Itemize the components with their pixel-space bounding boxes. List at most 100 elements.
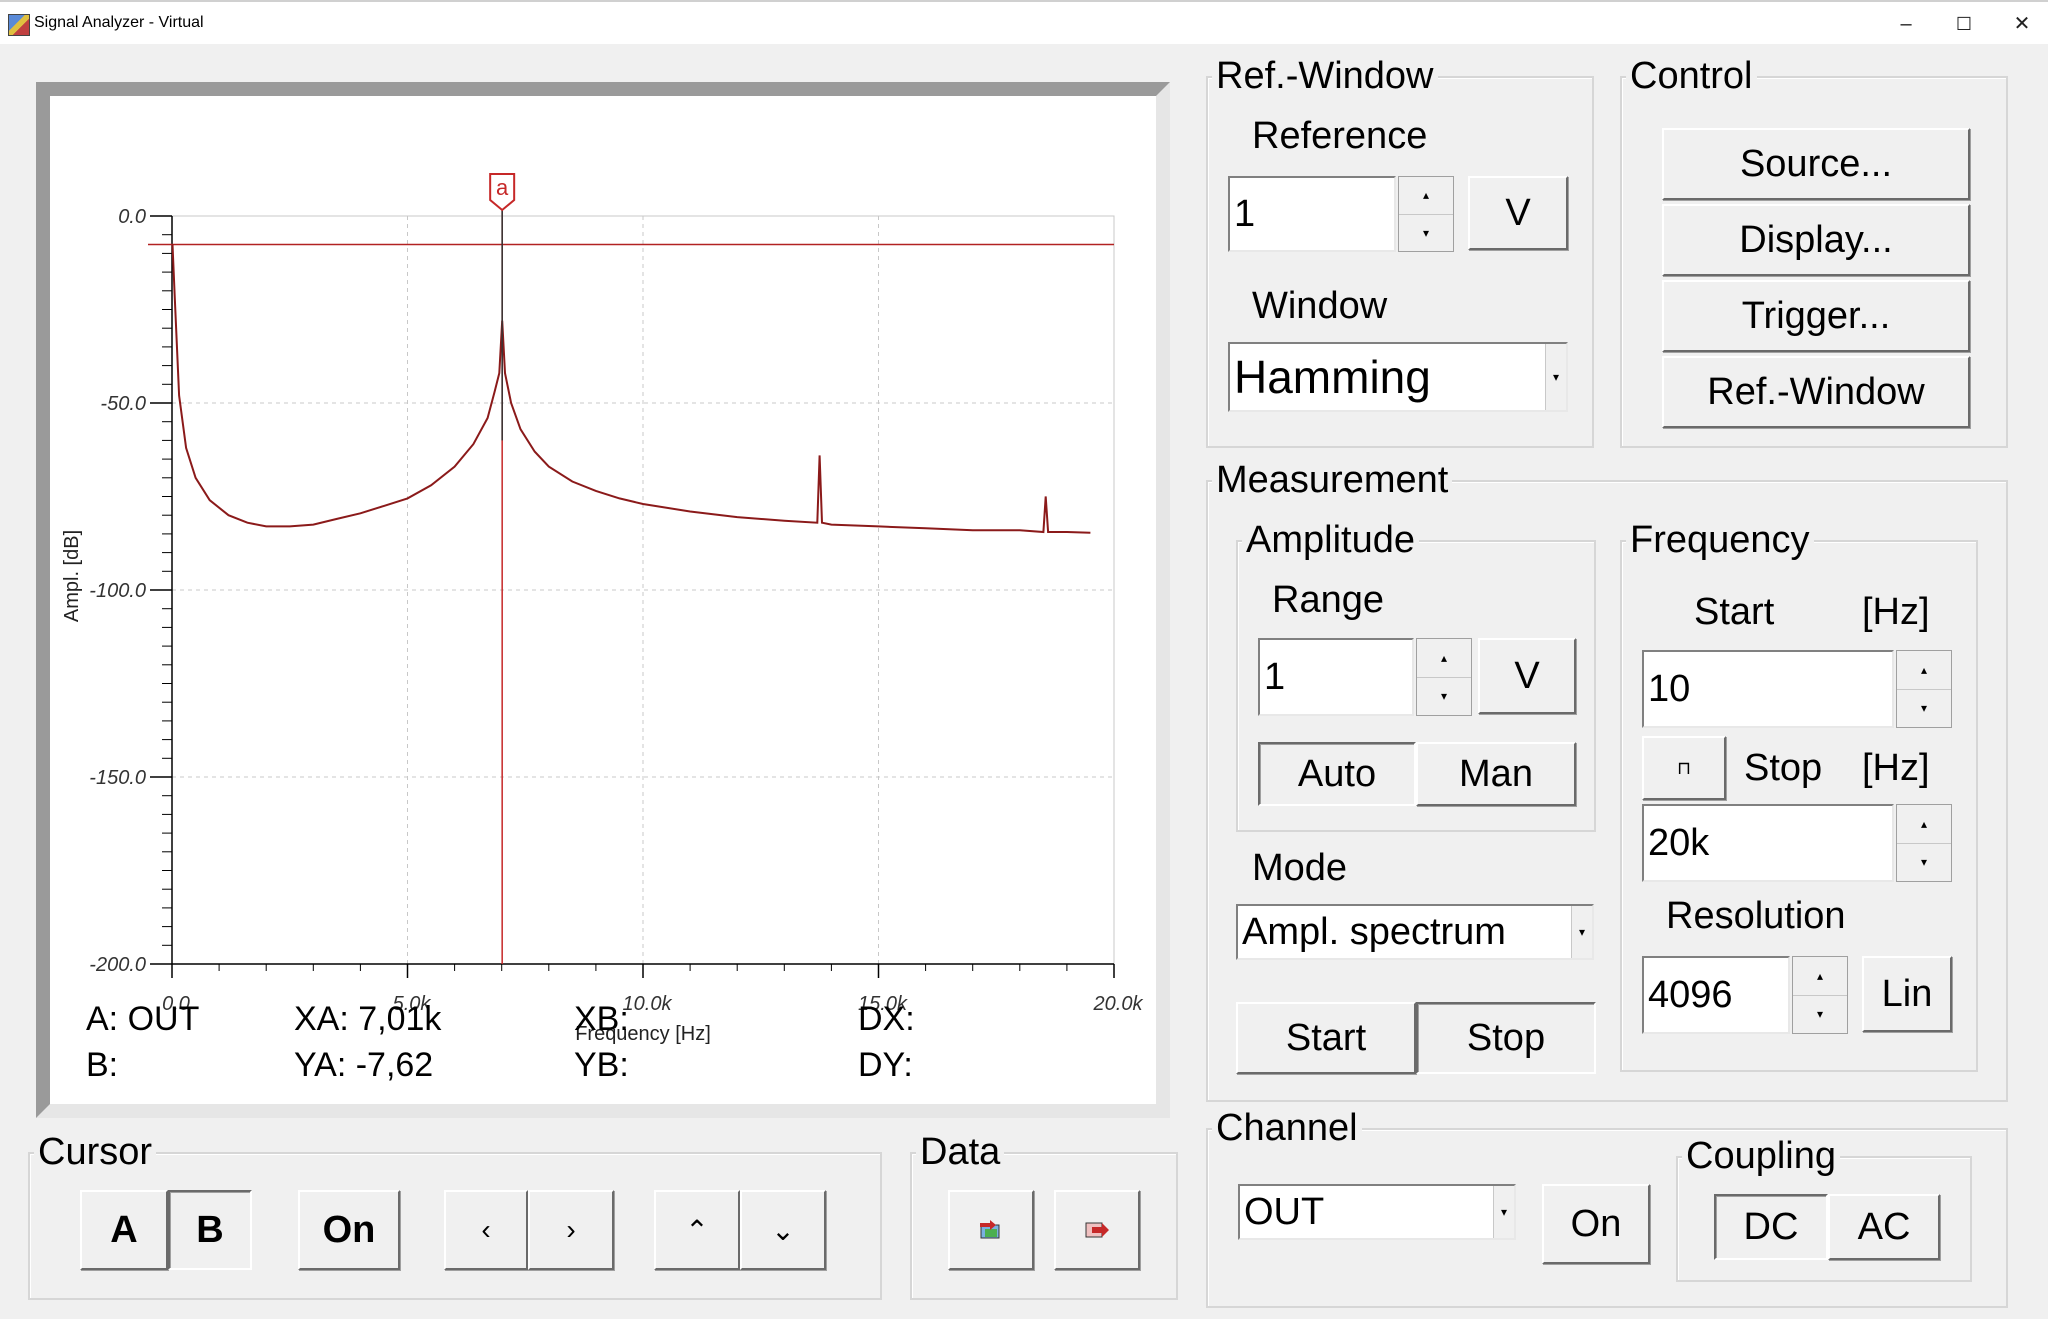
data-group-title: Data bbox=[916, 1130, 1005, 1174]
readout-xb: XB: bbox=[574, 1000, 629, 1038]
cursor-on-button[interactable]: On bbox=[298, 1190, 400, 1270]
source-button[interactable]: Source... bbox=[1662, 128, 1970, 200]
ref-window-button[interactable]: Ref.-Window bbox=[1662, 356, 1970, 428]
spin-up-icon[interactable]: ▴ bbox=[1417, 639, 1471, 678]
cursor-group-title: Cursor bbox=[34, 1130, 157, 1174]
coupling-dc-button[interactable]: DC bbox=[1714, 1194, 1828, 1260]
y-tick-label: 0.0 bbox=[118, 206, 146, 228]
ref-window-group-title: Ref.-Window bbox=[1212, 54, 1438, 98]
resolution-lin-button[interactable]: Lin bbox=[1862, 956, 1952, 1032]
reference-spinner[interactable]: ▴ ▾ bbox=[1398, 176, 1454, 252]
readout-ya: YA: -7,62 bbox=[294, 1046, 434, 1084]
import-icon bbox=[980, 1220, 1000, 1239]
freq-stop-spinner[interactable]: ▴ ▾ bbox=[1896, 804, 1952, 882]
arrow-up-icon: ⌃ bbox=[685, 1214, 709, 1246]
chevron-down-icon[interactable]: ▾ bbox=[1571, 906, 1592, 958]
freq-link-button[interactable]: ⊓ bbox=[1642, 736, 1726, 800]
window-select-value: Hamming bbox=[1234, 351, 1431, 403]
control-group-title: Control bbox=[1626, 54, 1757, 98]
arrow-right-icon: › bbox=[566, 1214, 576, 1245]
freq-start-unit: [Hz] bbox=[1862, 591, 1930, 633]
arrow-left-icon: ‹ bbox=[481, 1214, 491, 1245]
spin-down-icon[interactable]: ▾ bbox=[1897, 690, 1951, 728]
channel-group-title: Channel bbox=[1212, 1106, 1362, 1150]
frequency-group-title: Frequency bbox=[1626, 518, 1814, 562]
resolution-label: Resolution bbox=[1666, 895, 1846, 937]
cursor-right-button[interactable]: › bbox=[528, 1190, 614, 1270]
chevron-down-icon[interactable]: ▾ bbox=[1493, 1186, 1514, 1238]
trigger-button[interactable]: Trigger... bbox=[1662, 280, 1970, 352]
mode-select-value: Ampl. spectrum bbox=[1242, 911, 1506, 953]
display-button[interactable]: Display... bbox=[1662, 204, 1970, 276]
y-tick-label: -150.0 bbox=[89, 767, 146, 789]
channel-select-value: OUT bbox=[1244, 1191, 1325, 1233]
x-tick-label: 20.0k bbox=[1093, 993, 1144, 1015]
cursor-up-button[interactable]: ⌃ bbox=[654, 1190, 740, 1270]
reference-label: Reference bbox=[1252, 115, 1428, 157]
coupling-group-title: Coupling bbox=[1682, 1134, 1840, 1178]
readout-dy: DY: bbox=[858, 1046, 913, 1084]
channel-select[interactable]: OUT ▾ bbox=[1238, 1184, 1516, 1240]
title-bar: Signal Analyzer - Virtual – ☐ ✕ bbox=[0, 0, 2048, 44]
maximize-button[interactable]: ☐ bbox=[1936, 6, 1992, 42]
spin-up-icon[interactable]: ▴ bbox=[1897, 805, 1951, 844]
resolution-input[interactable]: 4096 bbox=[1642, 956, 1790, 1034]
range-auto-button[interactable]: Auto bbox=[1258, 742, 1416, 806]
y-tick-label: -50.0 bbox=[100, 393, 146, 415]
spin-up-icon[interactable]: ▴ bbox=[1793, 957, 1847, 996]
readout-b-label: B: bbox=[86, 1046, 119, 1084]
readout-a-label: A: OUT bbox=[86, 1000, 200, 1038]
spectrum-trace bbox=[171, 244, 1091, 534]
window-select[interactable]: Hamming ▾ bbox=[1228, 342, 1568, 412]
spectrum-chart[interactable]: 0.0 5.0k 10.0k 15.0k 20.0k0.0-50.0-100.0-150… bbox=[50, 96, 1156, 1104]
range-spinner[interactable]: ▴ ▾ bbox=[1416, 638, 1472, 716]
reference-input[interactable]: 1 bbox=[1228, 176, 1396, 252]
freq-stop-label: Stop bbox=[1744, 747, 1823, 789]
x-tick-label: 10.0k bbox=[623, 993, 673, 1015]
range-man-button[interactable]: Man bbox=[1416, 742, 1576, 806]
spin-down-icon[interactable]: ▾ bbox=[1417, 678, 1471, 716]
close-button[interactable]: ✕ bbox=[1994, 6, 2048, 42]
range-unit-button[interactable]: V bbox=[1478, 638, 1576, 714]
window-label: Window bbox=[1252, 285, 1388, 327]
cursor-a-button[interactable]: A bbox=[80, 1190, 168, 1270]
spin-down-icon[interactable]: ▾ bbox=[1793, 996, 1847, 1034]
range-input[interactable]: 1 bbox=[1258, 638, 1414, 716]
range-label: Range bbox=[1272, 579, 1384, 621]
freq-start-label: Start bbox=[1694, 591, 1775, 633]
export-icon bbox=[1085, 1222, 1109, 1238]
readout-yb: YB: bbox=[574, 1046, 629, 1084]
reference-unit-button[interactable]: V bbox=[1468, 176, 1568, 250]
coupling-ac-button[interactable]: AC bbox=[1828, 1194, 1940, 1260]
chevron-down-icon[interactable]: ▾ bbox=[1545, 344, 1566, 410]
freq-stop-input[interactable]: 20k bbox=[1642, 804, 1894, 882]
spin-up-icon[interactable]: ▴ bbox=[1399, 177, 1453, 215]
y-axis-label: Ampl. [dB] bbox=[61, 530, 83, 622]
y-tick-label: -200.0 bbox=[89, 954, 146, 976]
y-tick-label: -100.0 bbox=[89, 580, 146, 602]
measurement-group-title: Measurement bbox=[1212, 458, 1453, 502]
channel-on-button[interactable]: On bbox=[1542, 1184, 1650, 1264]
mode-select[interactable]: Ampl. spectrum ▾ bbox=[1236, 904, 1594, 960]
resolution-spinner[interactable]: ▴ ▾ bbox=[1792, 956, 1848, 1034]
cursor-left-button[interactable]: ‹ bbox=[444, 1190, 528, 1270]
data-import-button[interactable] bbox=[948, 1190, 1034, 1270]
freq-start-input[interactable]: 10 bbox=[1642, 650, 1894, 728]
spin-up-icon[interactable]: ▴ bbox=[1897, 651, 1951, 690]
spin-down-icon[interactable]: ▾ bbox=[1897, 844, 1951, 882]
app-icon bbox=[8, 14, 30, 36]
freq-stop-unit: [Hz] bbox=[1862, 747, 1930, 789]
spectrum-display: 0.0 5.0k 10.0k 15.0k 20.0k 0.0 -50.0 -100.0 -150… bbox=[36, 82, 1170, 1118]
cursor-b-button[interactable]: B bbox=[168, 1190, 252, 1270]
measurement-start-button[interactable]: Start bbox=[1236, 1002, 1416, 1074]
mode-label: Mode bbox=[1252, 847, 1348, 889]
minimize-button[interactable]: – bbox=[1878, 6, 1934, 42]
cursor-a-marker-label: a bbox=[496, 175, 509, 200]
freq-start-spinner[interactable]: ▴ ▾ bbox=[1896, 650, 1952, 728]
data-export-button[interactable] bbox=[1054, 1190, 1140, 1270]
cursor-down-button[interactable]: ⌄ bbox=[740, 1190, 826, 1270]
spin-down-icon[interactable]: ▾ bbox=[1399, 215, 1453, 252]
window-title: Signal Analyzer - Virtual bbox=[34, 14, 204, 31]
amplitude-group-title: Amplitude bbox=[1242, 518, 1419, 562]
measurement-stop-button[interactable]: Stop bbox=[1416, 1002, 1596, 1074]
